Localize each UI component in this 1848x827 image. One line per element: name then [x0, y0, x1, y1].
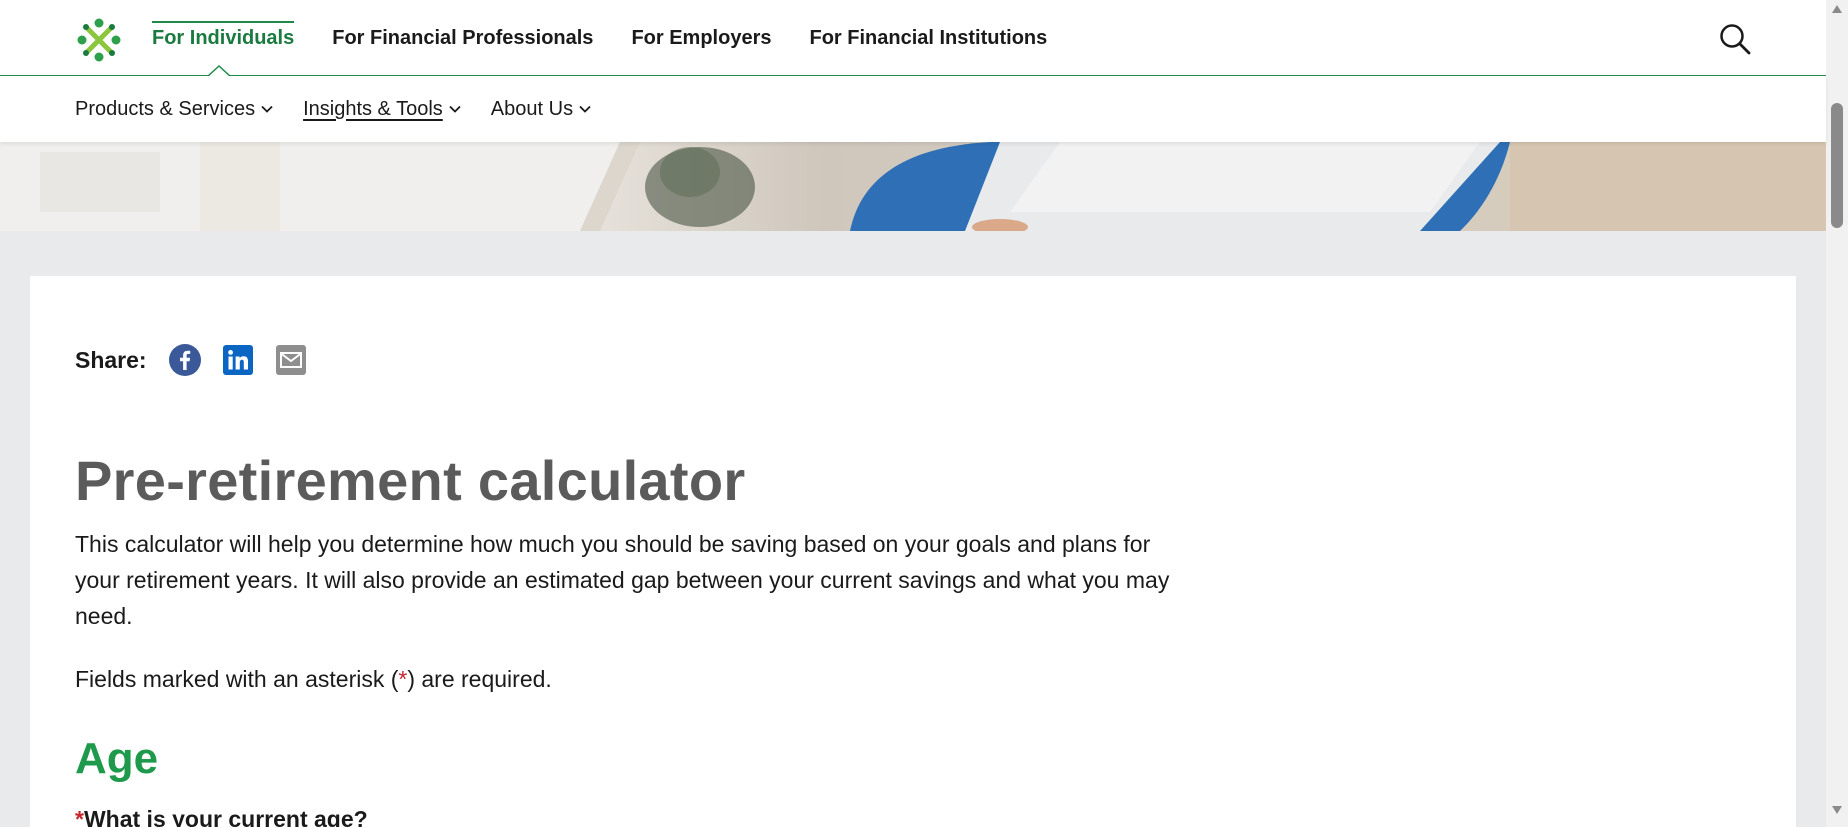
chevron-down-icon [449, 105, 461, 113]
top-bar: For Individuals For Financial Profession… [0, 0, 1826, 78]
chevron-down-icon [579, 105, 591, 113]
nav-products-services[interactable]: Products & Services [75, 98, 273, 121]
note-text: Fields marked with an asterisk ( [75, 666, 399, 692]
share-bar: Share: [75, 344, 328, 376]
tab-label: For Individuals [152, 26, 295, 49]
required-asterisk: * [398, 666, 408, 692]
section-title-age: Age [75, 734, 159, 783]
calculator-card: Share: Pre-retirement calculator This ca… [30, 276, 1796, 827]
page-scrollbar[interactable] [1826, 0, 1848, 827]
scroll-down-arrow-icon[interactable] [1831, 805, 1843, 815]
hero-image [0, 142, 1826, 231]
tab-label: For Financial Professionals [332, 26, 594, 49]
facebook-icon[interactable] [168, 344, 201, 376]
question-text: What is your current age? [83, 806, 368, 827]
nav-label: Products & Services [75, 97, 256, 120]
chevron-down-icon [261, 105, 273, 113]
scroll-thumb[interactable] [1831, 103, 1843, 228]
current-age-label: *What is your current age? [75, 806, 368, 827]
required-asterisk: * [75, 806, 84, 827]
required-fields-note: Fields marked with an asterisk (*) are r… [75, 666, 552, 693]
search-icon[interactable] [1718, 22, 1752, 56]
tab-for-individuals[interactable]: For Individuals [152, 0, 313, 78]
scroll-up-arrow-icon[interactable] [1831, 4, 1843, 14]
nav-about-us[interactable]: About Us [491, 98, 591, 121]
nav-label: About Us [490, 97, 574, 120]
nav-insights-tools[interactable]: Insights & Tools [303, 98, 461, 121]
audience-nav: For Individuals For Financial Profession… [152, 0, 1066, 78]
lincoln-logo[interactable] [74, 16, 124, 64]
tab-label: For Employers [631, 26, 772, 49]
tab-label: For Financial Institutions [809, 26, 1048, 49]
main-nav: Products & Services Insights & Tools Abo… [0, 76, 1826, 142]
linkedin-icon[interactable] [222, 344, 254, 376]
hero-photo-illustration [0, 142, 1826, 231]
note-text: ) are required. [407, 666, 552, 692]
nav-label: Insights & Tools [303, 97, 443, 120]
tab-for-financial-institutions[interactable]: For Financial Institutions [790, 0, 1066, 76]
tab-for-financial-professionals[interactable]: For Financial Professionals [313, 0, 612, 76]
intro-paragraph: This calculator will help you determine … [75, 531, 1170, 629]
email-icon[interactable] [275, 344, 307, 376]
share-label: Share: [75, 346, 147, 373]
tab-for-employers[interactable]: For Employers [612, 0, 790, 76]
page-title: Pre-retirement calculator [75, 449, 746, 512]
